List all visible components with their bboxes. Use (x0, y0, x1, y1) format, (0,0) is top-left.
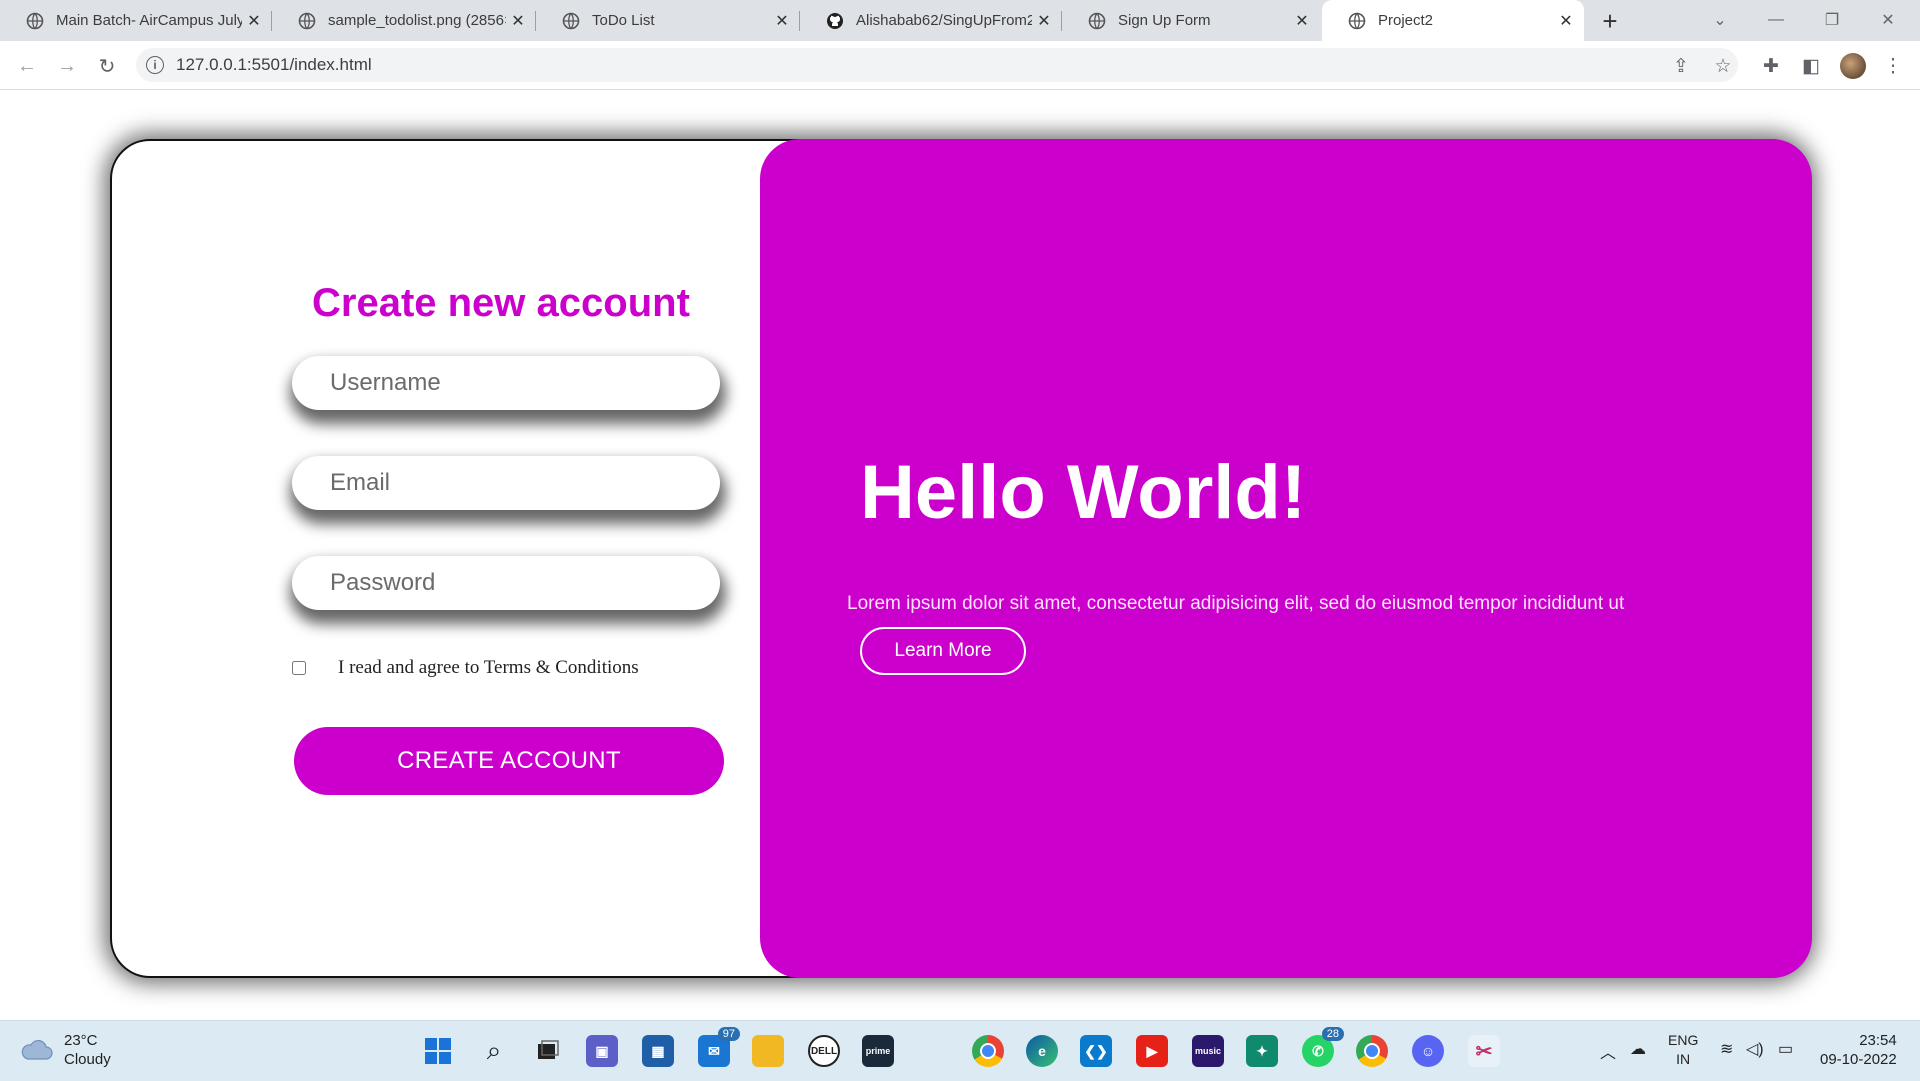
close-tab-icon[interactable]: ✕ (242, 9, 266, 33)
terms-row: I read and agree to Terms & Conditions (292, 657, 639, 679)
url-text: 127.0.0.1:5501/index.html (176, 55, 372, 74)
whatsapp-icon[interactable]: ✆ 28 (1302, 1027, 1344, 1067)
language-region: IN (1676, 1051, 1691, 1067)
password-field[interactable] (292, 556, 720, 610)
chrome-profile-icon[interactable] (1356, 1035, 1388, 1067)
tab-title: sample_todolist.png (2856× (328, 12, 506, 29)
temperature-text: 23°C (64, 1032, 98, 1049)
tab-github[interactable]: Alishabab62/SingUpFrom2 ✕ (800, 0, 1062, 41)
taskbar: 23°C Cloudy ⌕ ▣ ▦ ✉ 97 DELL prime e ❮❯ ▶ … (0, 1020, 1920, 1081)
username-field[interactable] (292, 356, 720, 410)
language-code: ENG (1668, 1032, 1699, 1048)
bookmark-star-icon[interactable]: ☆ (1710, 53, 1736, 79)
globe-icon (562, 12, 580, 29)
globe-icon (1088, 12, 1106, 29)
close-window-icon[interactable]: ✕ (1868, 6, 1908, 34)
menu-kebab-icon[interactable]: ⋮ (1880, 53, 1906, 79)
cloud-icon (21, 1039, 53, 1060)
discord-icon[interactable]: ☺ (1412, 1035, 1444, 1067)
prime-video-icon[interactable]: prime (862, 1035, 894, 1067)
youtube-icon[interactable]: ▶ (1136, 1035, 1168, 1067)
weather-widget[interactable]: 23°C Cloudy (20, 1031, 111, 1069)
battery-icon[interactable]: ▭ (1778, 1039, 1793, 1059)
side-panel-icon[interactable]: ◧ (1798, 53, 1824, 79)
email-field[interactable] (292, 456, 720, 510)
globe-icon (1348, 12, 1366, 29)
terms-label: I read and agree to Terms & Conditions (338, 657, 639, 678)
email-input[interactable] (292, 468, 720, 498)
teams-chat-icon[interactable]: ▣ (586, 1035, 618, 1067)
password-input[interactable] (292, 568, 720, 598)
new-tab-button[interactable]: + (1594, 6, 1626, 36)
extensions-puzzle-icon[interactable]: ✚ (1758, 53, 1784, 79)
search-icon[interactable]: ⌕ (478, 1035, 510, 1067)
tab-search-chevron-icon[interactable]: ⌄ (1700, 6, 1740, 34)
globe-icon (298, 12, 316, 29)
tab-title: Alishabab62/SingUpFrom2 (856, 12, 1032, 29)
tab-title: Project2 (1378, 12, 1434, 29)
minimize-icon[interactable]: — (1756, 6, 1796, 34)
terms-checkbox[interactable] (292, 661, 306, 675)
back-arrow-icon[interactable]: ← (14, 53, 40, 79)
clock-date: 09-10-2022 (1820, 1051, 1897, 1068)
mail-badge: 97 (717, 1027, 740, 1041)
volume-icon[interactable]: ◁) (1746, 1039, 1764, 1059)
tab-strip: Main Batch- AirCampus July ✕ sample_todo… (0, 0, 1920, 41)
browser-toolbar: ← → ↻ i 127.0.0.1:5501/index.html ⇪ ☆ ✚ … (0, 41, 1920, 90)
close-tab-icon[interactable]: ✕ (1290, 9, 1314, 33)
reload-icon[interactable]: ↻ (94, 53, 120, 79)
snipping-tool-icon[interactable]: ✂ (1468, 1035, 1500, 1067)
form-heading: Create new account (312, 281, 690, 325)
whatsapp-badge: 28 (1321, 1027, 1344, 1041)
close-tab-icon[interactable]: ✕ (1554, 9, 1578, 33)
learn-more-button[interactable]: Learn More (860, 627, 1026, 675)
tab-sample-todolist[interactable]: sample_todolist.png (2856× ✕ (272, 0, 536, 41)
file-explorer-icon[interactable] (752, 1035, 784, 1067)
github-icon (827, 12, 843, 29)
close-tab-icon[interactable]: ✕ (1032, 9, 1056, 33)
create-account-button[interactable]: CREATE ACCOUNT (294, 727, 724, 795)
tab-title: Main Batch- AirCampus July (56, 12, 242, 29)
mail-icon[interactable]: ✉ 97 (698, 1027, 740, 1067)
welcome-panel: Hello World! Lorem ipsum dolor sit amet,… (760, 139, 1812, 978)
tab-todo-list[interactable]: ToDo List ✕ (536, 0, 800, 41)
profile-avatar[interactable] (1840, 53, 1866, 79)
chrome-icon[interactable] (972, 1035, 1004, 1067)
lorem-paragraph: Lorem ipsum dolor sit amet, consectetur … (847, 593, 1625, 614)
wifi-icon[interactable]: ≋ (1720, 1039, 1733, 1059)
globe-icon (26, 12, 44, 29)
amazon-music-icon[interactable]: music (1192, 1035, 1224, 1067)
language-indicator[interactable]: ENG IN (1668, 1031, 1698, 1069)
signup-form-panel: Create new account I read and agree to T… (112, 141, 762, 976)
tray-overflow-chevron-icon[interactable]: ︿ (1600, 1039, 1616, 1063)
close-tab-icon[interactable]: ✕ (770, 9, 794, 33)
share-icon[interactable]: ⇪ (1668, 53, 1694, 79)
hello-heading: Hello World! (860, 450, 1307, 535)
tab-sign-up-form[interactable]: Sign Up Form ✕ (1062, 0, 1320, 41)
close-tab-icon[interactable]: ✕ (506, 9, 530, 33)
page-viewport: Create new account I read and agree to T… (0, 90, 1920, 1020)
app-grid-icon[interactable]: ✦ (1246, 1035, 1278, 1067)
username-input[interactable] (292, 368, 720, 398)
signup-card: Create new account I read and agree to T… (110, 139, 1812, 978)
site-info-icon[interactable]: i (146, 56, 164, 74)
tab-main-batch[interactable]: Main Batch- AirCampus July ✕ (0, 0, 272, 41)
vscode-icon[interactable]: ❮❯ (1080, 1035, 1112, 1067)
windows-start-icon[interactable] (422, 1035, 454, 1067)
system-clock[interactable]: 23:54 09-10-2022 (1820, 1031, 1897, 1069)
address-bar[interactable]: i 127.0.0.1:5501/index.html (136, 48, 1738, 82)
forward-arrow-icon[interactable]: → (54, 53, 80, 79)
clock-time: 23:54 (1859, 1032, 1897, 1049)
onedrive-cloud-icon[interactable]: ☁ (1630, 1039, 1646, 1059)
weather-condition-text: Cloudy (64, 1051, 111, 1068)
tab-project2[interactable]: Project2 ✕ (1322, 0, 1584, 41)
restore-icon[interactable]: ❐ (1812, 6, 1852, 34)
store-icon[interactable]: ▦ (642, 1035, 674, 1067)
edge-icon[interactable]: e (1026, 1035, 1058, 1067)
dell-icon[interactable]: DELL (808, 1035, 840, 1067)
tab-title: ToDo List (592, 12, 655, 29)
tab-title: Sign Up Form (1118, 12, 1211, 29)
task-view-icon[interactable] (532, 1035, 564, 1067)
